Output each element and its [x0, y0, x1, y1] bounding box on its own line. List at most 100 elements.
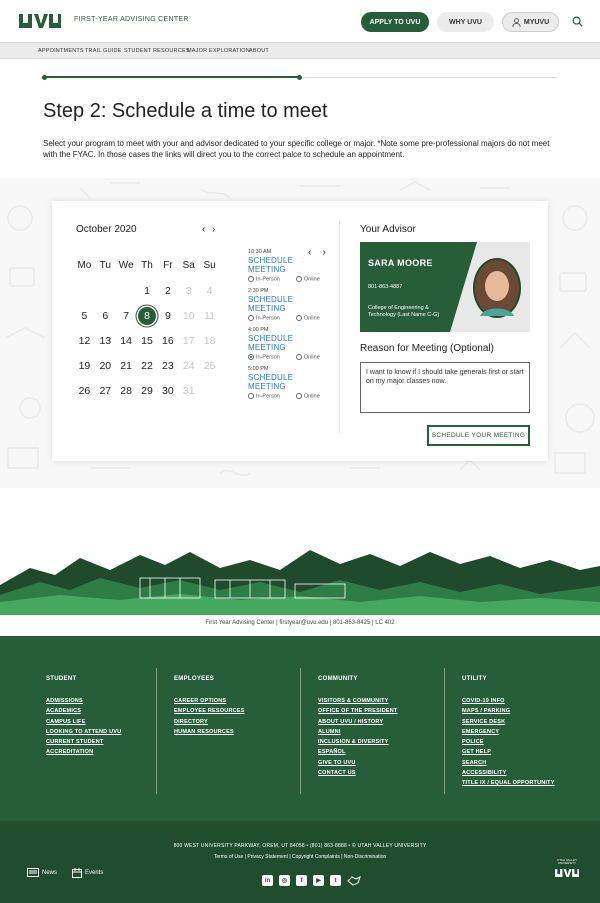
calendar-day[interactable]: 5 — [74, 310, 95, 322]
uvu-logo[interactable] — [19, 14, 61, 28]
footer-link[interactable]: ESPAÑOL — [318, 747, 397, 757]
footer-link[interactable]: MAPS / PARKING — [462, 706, 555, 716]
footer-link[interactable]: HUMAN RESOURCES — [174, 727, 245, 737]
calendar-day[interactable]: 21 — [116, 360, 137, 372]
calendar-day[interactable]: 15 — [137, 335, 158, 347]
calendar-day[interactable]: 17 — [178, 335, 199, 347]
nav-about[interactable]: ABOUT — [249, 48, 269, 54]
footer-link[interactable]: CAREER OPTIONS — [174, 696, 245, 706]
instagram-icon[interactable]: ◎ — [279, 875, 290, 886]
footer-link[interactable]: CONTACT US — [318, 768, 397, 778]
calendar-day[interactable]: 6 — [95, 310, 116, 322]
youtube-icon[interactable]: ▶ — [313, 875, 324, 886]
footer-link[interactable]: SEARCH — [462, 758, 555, 768]
footer-link[interactable]: INCLUSION & DIVERSITY — [318, 737, 397, 747]
calendar-prev-button[interactable]: ‹ — [202, 224, 205, 235]
calendar-day[interactable]: 4 — [199, 285, 220, 297]
site-title[interactable]: FIRST-YEAR ADVISING CENTER — [74, 16, 189, 23]
radio-icon — [295, 354, 302, 360]
calendar-day[interactable]: 8 — [137, 306, 158, 325]
calendar-day[interactable]: 13 — [95, 335, 116, 347]
linkedin-icon[interactable]: in — [262, 875, 273, 886]
calendar-day[interactable]: 25 — [199, 360, 220, 372]
nav-major-exploration[interactable]: MAJOR EXPLORATION — [187, 48, 250, 54]
footer-link[interactable]: POLICE — [462, 737, 555, 747]
divider — [339, 221, 340, 433]
news-link[interactable]: News — [27, 868, 57, 877]
calendar-day[interactable]: 27 — [95, 385, 116, 397]
footer-link[interactable]: LOOKING TO ATTEND UVU — [46, 727, 121, 737]
schedule-meeting-link[interactable]: SCHEDULE MEETING — [248, 256, 330, 274]
calendar-day[interactable]: 30 — [157, 385, 178, 397]
calendar-day[interactable]: 16 — [157, 335, 178, 347]
radio-icon — [295, 276, 302, 282]
calendar-day[interactable]: 18 — [199, 335, 220, 347]
footer-link[interactable]: ABOUT UVU / HISTORY — [318, 717, 397, 727]
footer-link[interactable]: TITLE IX / EQUAL OPPORTUNITY — [462, 778, 555, 788]
calendar-day[interactable]: 26 — [74, 385, 95, 397]
calendar-day[interactable]: 22 — [137, 360, 158, 372]
calendar-day[interactable]: 23 — [157, 360, 178, 372]
twitter-icon[interactable]: t — [330, 875, 341, 886]
online-option[interactable]: Online — [295, 354, 320, 360]
schedule-meeting-button[interactable]: SCHEDULE YOUR MEETING — [427, 425, 530, 446]
calendar-day[interactable]: 10 — [178, 310, 199, 322]
why-uvu-button[interactable]: WHY UVU — [437, 12, 494, 32]
nav-trail-guide[interactable]: TRAIL GUIDE — [85, 48, 122, 54]
footer-link[interactable]: GIVE TO UVU — [318, 758, 397, 768]
footer-link[interactable]: ACCREDITATION — [46, 747, 121, 757]
search-icon[interactable] — [572, 16, 583, 27]
online-option[interactable]: Online — [295, 393, 320, 399]
apply-button[interactable]: APPLY TO UVU — [361, 12, 429, 32]
online-option[interactable]: Online — [295, 315, 320, 321]
in-person-option[interactable]: In-Person — [248, 354, 280, 360]
calendar-day[interactable]: 29 — [137, 385, 158, 397]
calendar-day[interactable]: 20 — [95, 360, 116, 372]
calendar-day[interactable]: 12 — [74, 335, 95, 347]
nav-student-resources[interactable]: STUDENT RESOURCES — [124, 48, 190, 54]
calendar-day[interactable]: 28 — [116, 385, 137, 397]
calendar-day[interactable]: 3 — [178, 285, 199, 297]
footer-link[interactable]: ADMISSIONS — [46, 696, 121, 706]
calendar-next-button[interactable]: › — [212, 224, 215, 235]
footer-terms[interactable]: Terms of Use | Privacy Statement | Copyr… — [0, 854, 600, 860]
calendar-day[interactable]: 14 — [116, 335, 137, 347]
footer-link[interactable]: DIRECTORY — [174, 717, 245, 727]
schedule-meeting-link[interactable]: SCHEDULE MEETING — [248, 334, 330, 352]
in-person-option[interactable]: In-Person — [248, 393, 280, 399]
footer-link[interactable]: COVID-19 INFO — [462, 696, 555, 706]
schedule-meeting-link[interactable]: SCHEDULE MEETING — [248, 373, 330, 391]
calendar-day[interactable]: 19 — [74, 360, 95, 372]
myuvu-button[interactable]: MYUVU — [502, 12, 559, 32]
wolverine-icon[interactable] — [347, 875, 361, 886]
calendar-day[interactable]: 31 — [178, 385, 199, 397]
in-person-option[interactable]: In-Person — [248, 315, 280, 321]
footer-link[interactable]: CURRENT STUDENT — [46, 737, 121, 747]
step-description: Select your program to meet with your an… — [43, 139, 550, 159]
footer-link[interactable]: CAMPUS LIFE — [46, 717, 121, 727]
calendar-day[interactable]: 7 — [116, 310, 137, 322]
scheduler-card: October 2020 ‹ › Mo Tu We Th Fr Sa Su 12… — [52, 201, 548, 461]
calendar-day[interactable]: 9 — [157, 310, 178, 322]
facebook-icon[interactable]: f — [296, 875, 307, 886]
footer-link[interactable]: VISITORS & COMMUNITY — [318, 696, 397, 706]
footer-link[interactable]: ACCESSIBILITY — [462, 768, 555, 778]
calendar-day[interactable]: 24 — [178, 360, 199, 372]
footer-link[interactable]: SERVICE DESK — [462, 717, 555, 727]
calendar-day[interactable]: 1 — [137, 285, 158, 297]
calendar-day[interactable]: 11 — [199, 310, 220, 322]
calendar-day[interactable]: 2 — [157, 285, 178, 297]
in-person-option[interactable]: In-Person — [248, 276, 280, 282]
reason-textarea[interactable]: I want to know if I should take generals… — [360, 362, 530, 413]
footer-link[interactable]: ALUMNI — [318, 727, 397, 737]
online-option[interactable]: Online — [295, 276, 320, 282]
footer-link[interactable]: OFFICE OF THE PRESIDENT — [318, 706, 397, 716]
footer-link[interactable]: EMPLOYEE RESOURCES — [174, 706, 245, 716]
footer-link[interactable]: EMERGENCY — [462, 727, 555, 737]
schedule-meeting-link[interactable]: SCHEDULE MEETING — [248, 295, 330, 313]
footer-link[interactable]: GET HELP — [462, 747, 555, 757]
events-link[interactable]: Events — [72, 868, 103, 878]
footer-link[interactable]: ACADEMICS — [46, 706, 121, 716]
calendar-week-row: 1 2 3 4 — [74, 278, 220, 303]
nav-appointments[interactable]: APPOINTMENTS — [38, 48, 84, 54]
